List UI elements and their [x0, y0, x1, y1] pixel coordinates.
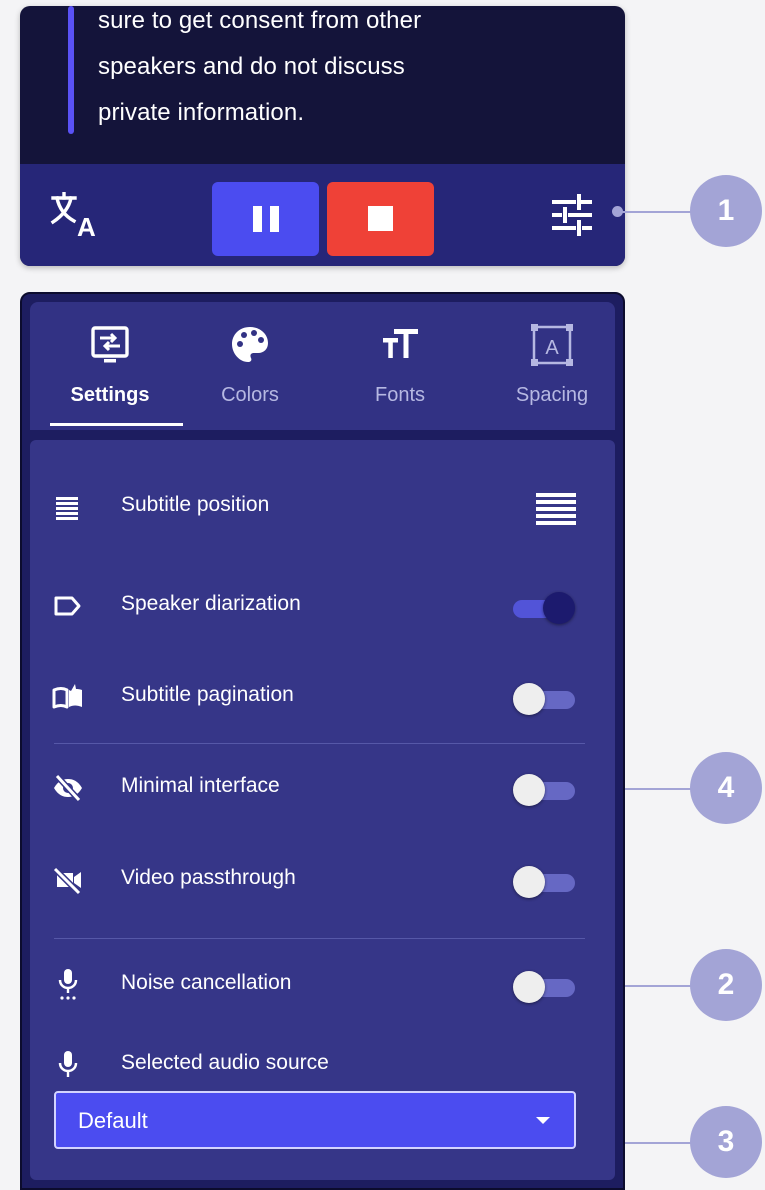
- stop-icon: [368, 206, 393, 231]
- tab-fonts[interactable]: Fonts: [335, 302, 465, 430]
- svg-text:A: A: [545, 337, 559, 359]
- minimal-interface-toggle[interactable]: [513, 774, 575, 806]
- setting-label: Subtitle pagination: [121, 683, 294, 706]
- pause-button[interactable]: [212, 182, 319, 256]
- callout-3-badge: 3: [690, 1106, 762, 1178]
- tab-label: Fonts: [374, 384, 426, 406]
- translate-icon[interactable]: A: [50, 192, 102, 238]
- mic-icon: [58, 1051, 78, 1077]
- tab-label: Colors: [221, 384, 279, 406]
- setting-minimal-interface: Minimal interface: [30, 760, 615, 816]
- subject-icon: [56, 497, 78, 520]
- setting-label: Noise cancellation: [121, 971, 292, 994]
- setting-label: Subtitle position: [121, 493, 270, 516]
- setting-speaker-diarization: Speaker diarization: [30, 578, 615, 634]
- section-divider: [54, 938, 585, 939]
- setting-subtitle-pagination: Subtitle pagination: [30, 669, 615, 725]
- caption-line: private information.: [98, 99, 305, 126]
- eye-off-icon: [54, 773, 82, 803]
- callout-2-badge: 2: [690, 949, 762, 1021]
- section-divider: [54, 743, 585, 744]
- toggle-knob: [513, 774, 545, 806]
- tab-label: Spacing: [515, 384, 589, 406]
- callout-1-line: [618, 211, 692, 213]
- caption-speaker-bar: [68, 6, 74, 134]
- stop-button[interactable]: [327, 182, 434, 256]
- caption-panel: sure to get consent from other speakers …: [20, 6, 625, 266]
- active-tab-indicator: [50, 423, 183, 426]
- video-passthrough-toggle[interactable]: [513, 866, 575, 898]
- settings-panel: Settings Colors Fonts A Spacing Subtitle…: [20, 292, 625, 1190]
- caption-lines: sure to get consent from other speakers …: [98, 6, 421, 136]
- dropdown-arrow-icon: [536, 1117, 550, 1124]
- tab-bar: Settings Colors Fonts A Spacing: [30, 302, 615, 430]
- settings-content: Subtitle position Speaker diarization Su…: [30, 440, 615, 1180]
- palette-icon: [232, 327, 268, 362]
- book-icon: [52, 684, 82, 709]
- settings-voice-icon: [58, 969, 78, 1000]
- callout-1-badge: 1: [690, 175, 762, 247]
- toggle-knob: [513, 683, 545, 715]
- label-icon: [54, 596, 81, 616]
- setting-label: Minimal interface: [121, 774, 280, 797]
- tab-colors[interactable]: Colors: [185, 302, 315, 430]
- noise-cancellation-toggle[interactable]: [513, 971, 575, 1003]
- tab-label: Settings: [70, 384, 150, 406]
- setting-noise-cancellation: Noise cancellation: [30, 957, 615, 1013]
- callout-4-badge: 4: [690, 752, 762, 824]
- caption-line: speakers and do not discuss: [98, 53, 405, 80]
- setting-audio-source: Selected audio source: [30, 1037, 615, 1093]
- setting-video-passthrough: Video passthrough: [30, 852, 615, 908]
- toggle-knob: [513, 866, 545, 898]
- caption-line: sure to get consent from other: [98, 7, 422, 34]
- setting-label: Video passthrough: [121, 866, 296, 889]
- caption-text-area: sure to get consent from other speakers …: [20, 6, 625, 164]
- control-bar: A: [20, 164, 625, 266]
- setting-label: Selected audio source: [121, 1051, 329, 1074]
- setting-subtitle-position: Subtitle position: [30, 479, 615, 535]
- toggle-knob: [543, 592, 575, 624]
- tune-icon[interactable]: [550, 194, 594, 236]
- setting-label: Speaker diarization: [121, 592, 301, 615]
- speaker-diarization-toggle[interactable]: [513, 592, 575, 624]
- pause-icon: [253, 206, 279, 232]
- font-size-icon: [383, 329, 418, 358]
- tab-spacing[interactable]: A Spacing: [485, 302, 619, 430]
- settings-icon: [91, 326, 129, 363]
- video-off-icon: [52, 866, 82, 896]
- select-value: Default: [78, 1108, 148, 1133]
- tab-settings[interactable]: Settings: [30, 302, 190, 430]
- toggle-knob: [513, 971, 545, 1003]
- audio-source-select[interactable]: Default: [54, 1091, 576, 1149]
- svg-text:A: A: [77, 212, 96, 238]
- subtitle-pagination-toggle[interactable]: [513, 683, 575, 715]
- subtitle-position-selector-icon[interactable]: [536, 489, 576, 529]
- spacing-icon: A: [531, 324, 573, 366]
